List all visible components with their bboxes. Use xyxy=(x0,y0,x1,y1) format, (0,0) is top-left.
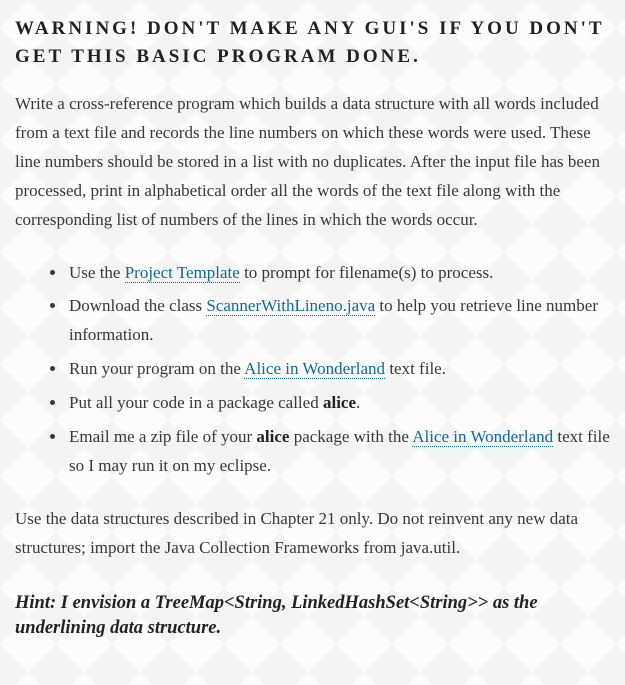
text: Run your program on the xyxy=(69,359,244,378)
package-name: alice xyxy=(323,393,356,412)
package-name: alice xyxy=(256,427,289,446)
text: package with the xyxy=(289,427,412,446)
text: Use the xyxy=(69,263,125,282)
hint-paragraph: Hint: I envision a TreeMap<String, Linke… xyxy=(15,591,610,641)
text: . xyxy=(356,393,360,412)
text: Email me a zip file of your xyxy=(69,427,256,446)
list-item: Use the Project Template to prompt for f… xyxy=(67,259,610,288)
project-template-link[interactable]: Project Template xyxy=(125,263,240,283)
alice-text-link[interactable]: Alice in Wonderland xyxy=(244,359,385,379)
list-item: Email me a zip file of your alice packag… xyxy=(67,423,610,481)
instruction-list: Use the Project Template to prompt for f… xyxy=(15,259,610,481)
intro-paragraph: Write a cross-reference program which bu… xyxy=(15,90,610,234)
alice-text-link[interactable]: Alice in Wonderland xyxy=(412,427,553,447)
scanner-link[interactable]: ScannerWithLineno.java xyxy=(206,296,375,316)
text: to prompt for filename(s) to process. xyxy=(240,263,494,282)
text: text file. xyxy=(385,359,446,378)
warning-heading: WARNING! DON'T MAKE ANY GUI'S IF YOU DON… xyxy=(15,15,610,70)
list-item: Put all your code in a package called al… xyxy=(67,389,610,418)
list-item: Download the class ScannerWithLineno.jav… xyxy=(67,292,610,350)
closing-paragraph: Use the data structures described in Cha… xyxy=(15,505,610,563)
text: Put all your code in a package called xyxy=(69,393,323,412)
text: Download the class xyxy=(69,296,206,315)
list-item: Run your program on the Alice in Wonderl… xyxy=(67,355,610,384)
